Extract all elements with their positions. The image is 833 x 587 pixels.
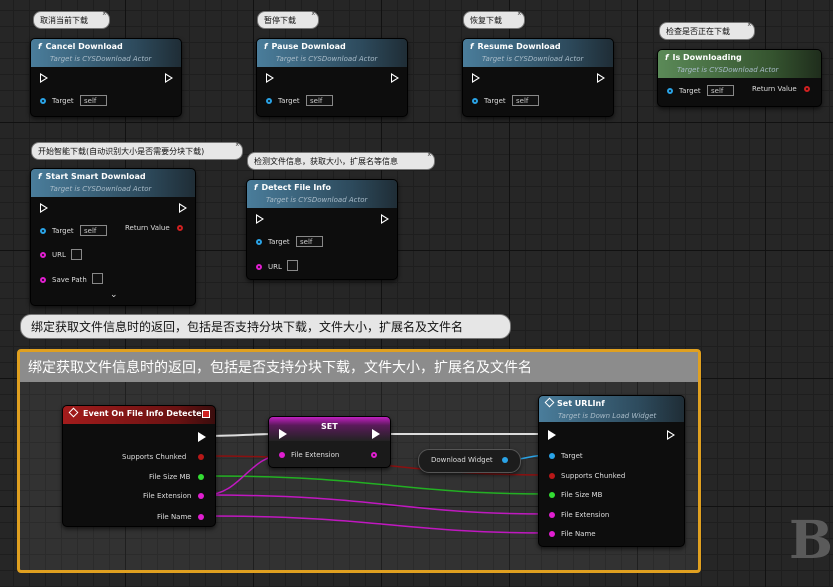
exec-in-pin[interactable] xyxy=(279,429,287,439)
pin-label: Supports Chunked xyxy=(561,472,626,480)
exec-out-pin[interactable] xyxy=(372,429,380,439)
node-event-on-file-info-detected[interactable]: Event On File Info Detected Supports Chu… xyxy=(62,405,216,527)
node-header[interactable]: Event On File Info Detected xyxy=(63,406,215,424)
node-title: Download Widget xyxy=(431,456,493,464)
node-title: Event On File Info Detected xyxy=(83,409,208,418)
supports-chunked-pin[interactable] xyxy=(549,473,555,479)
node-download-widget-getter[interactable]: Download Widget xyxy=(418,449,521,473)
pin-label: File Size MB xyxy=(149,473,191,481)
node-header[interactable]: Set URLInf Target is Down Load Widget xyxy=(539,396,684,422)
event-diamond-icon xyxy=(544,397,555,408)
pin-label: File Name xyxy=(157,513,192,521)
file-size-mb-pin[interactable] xyxy=(198,474,204,480)
pin-label: File Size MB xyxy=(561,491,603,499)
pin-label: File Name xyxy=(561,530,596,538)
pin-label: File Extension xyxy=(143,492,192,500)
file-name-pin[interactable] xyxy=(198,514,204,520)
pin-label: Supports Chunked xyxy=(122,453,187,461)
pin-label: Target xyxy=(561,452,583,460)
file-extension-pin[interactable] xyxy=(198,493,204,499)
pin-label: File Extension xyxy=(561,511,610,519)
delegate-pin-icon[interactable] xyxy=(202,410,210,418)
download-widget-pin[interactable] xyxy=(502,457,508,463)
pin-label: File Extension xyxy=(291,451,340,459)
graph-watermark: BI xyxy=(789,510,833,571)
supports-chunked-pin[interactable] xyxy=(198,454,204,460)
node-title: SET xyxy=(321,422,338,431)
exec-out-pin[interactable] xyxy=(667,430,675,440)
node-set[interactable]: SET File Extension xyxy=(268,416,391,468)
file-size-mb-pin[interactable] xyxy=(549,492,555,498)
file-extension-pin[interactable] xyxy=(549,512,555,518)
event-diamond-icon xyxy=(68,407,79,418)
exec-in-pin[interactable] xyxy=(548,430,556,440)
string-wire xyxy=(205,494,550,515)
node-title: Set URLInf xyxy=(557,399,605,408)
exec-out-pin[interactable] xyxy=(198,432,206,442)
target-pin[interactable] xyxy=(549,453,555,459)
float-wire xyxy=(205,475,550,495)
string-wire xyxy=(205,515,550,534)
file-extension-in-pin[interactable] xyxy=(279,452,285,458)
node-set-urlinf[interactable]: Set URLInf Target is Down Load Widget Tar… xyxy=(538,395,685,547)
file-extension-out-pin[interactable] xyxy=(371,452,377,458)
file-name-pin[interactable] xyxy=(549,531,555,537)
node-subtitle: Target is Down Load Widget xyxy=(558,412,657,420)
